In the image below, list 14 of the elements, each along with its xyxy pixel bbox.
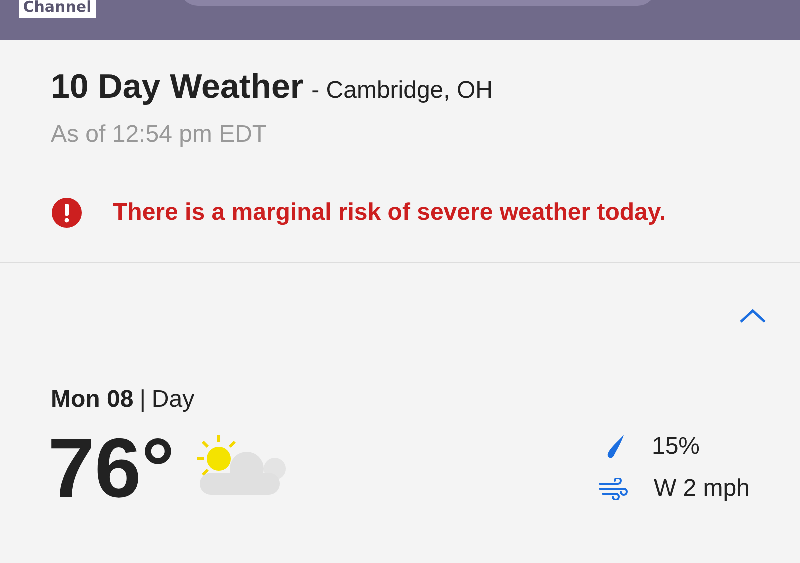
page-title: 10 Day Weather: [51, 68, 304, 107]
location: - Cambridge, OH: [312, 77, 493, 105]
day-date: Mon 08: [51, 386, 134, 414]
precipitation: 15%: [652, 433, 700, 461]
collapse-button[interactable]: [739, 308, 767, 324]
wind-icon: [598, 478, 628, 500]
day-part: Day: [152, 386, 195, 414]
logo[interactable]: Channel: [19, 0, 96, 18]
wind: W 2 mph: [654, 475, 750, 503]
updated-time: As of 12:54 pm EDT: [51, 121, 268, 149]
alert-icon: [51, 197, 83, 229]
temperature: 76°: [48, 426, 176, 510]
alert-message: There is a marginal risk of severe weather today.: [113, 199, 666, 227]
separator: |: [140, 386, 146, 414]
